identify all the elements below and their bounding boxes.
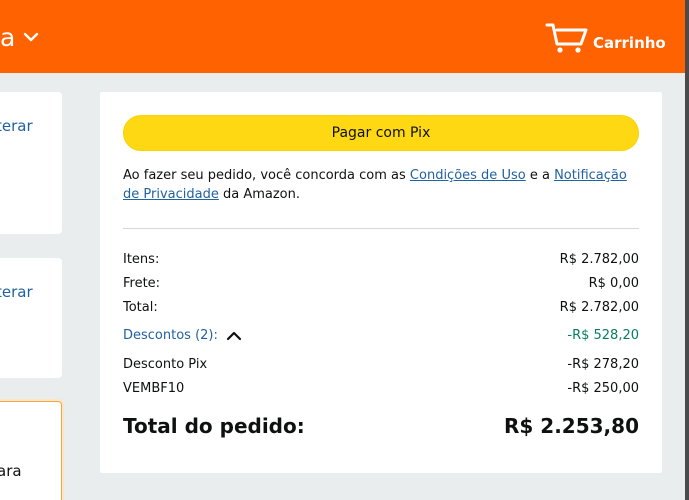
window-edge (685, 0, 689, 500)
location-selector[interactable]: a (0, 20, 39, 54)
terms-prefix: Ao fazer seu pedido, você concorda com a… (123, 168, 410, 183)
chevron-down-icon (24, 32, 39, 42)
delivery-option-card: ara (0, 401, 62, 500)
subtotal-value: R$ 2.782,00 (559, 300, 639, 315)
discount-coupon-value: -R$ 250,00 (567, 381, 639, 396)
location-text: a (0, 22, 16, 52)
pay-with-pix-button[interactable]: Pagar com Pix (123, 115, 639, 151)
shipping-row: Frete: R$ 0,00 (123, 276, 639, 291)
payment-method-card: terar (0, 258, 62, 378)
shipping-label: Frete: (123, 276, 161, 291)
items-row: Itens: R$ 2.782,00 (123, 252, 639, 267)
subtotal-label: Total: (123, 300, 158, 315)
discount-coupon-label: VEMBF10 (123, 381, 185, 396)
discounts-toggle[interactable]: Descontos (2): (123, 328, 242, 343)
discount-pix-row: Desconto Pix -R$ 278,20 (123, 357, 639, 372)
terms-notice: Ao fazer seu pedido, você concorda com a… (123, 166, 643, 204)
discounts-label: Descontos (2): (123, 328, 218, 343)
terms-suffix: da Amazon. (218, 187, 300, 202)
summary-divider (123, 228, 639, 229)
cart-label: Carrinho (593, 34, 666, 52)
order-summary-panel: Pagar com Pix Ao fazer seu pedido, você … (100, 92, 662, 473)
terms-middle: e a (525, 168, 555, 183)
discount-pix-label: Desconto Pix (123, 357, 208, 372)
cart-button[interactable]: Carrinho (545, 22, 666, 54)
change-address-link[interactable]: terar (0, 117, 33, 135)
order-total-value: R$ 2.253,80 (504, 414, 639, 438)
items-label: Itens: (123, 252, 160, 267)
terms-of-use-link[interactable]: Condições de Uso (410, 168, 526, 183)
order-total-label: Total do pedido: (123, 414, 305, 438)
change-payment-link[interactable]: terar (0, 283, 33, 301)
discounts-row: Descontos (2): -R$ 528,20 (123, 328, 639, 343)
items-value: R$ 2.782,00 (559, 252, 639, 267)
cart-icon (545, 23, 588, 53)
delivery-option-text: ara (0, 462, 22, 480)
discount-coupon-row: VEMBF10 -R$ 250,00 (123, 381, 639, 396)
order-total-row: Total do pedido: R$ 2.253,80 (123, 414, 639, 438)
shipping-address-card: terar (0, 92, 62, 234)
shipping-value: R$ 0,00 (588, 276, 639, 291)
chevron-up-icon (226, 331, 241, 340)
discounts-value: -R$ 528,20 (567, 328, 639, 343)
discount-pix-value: -R$ 278,20 (567, 357, 639, 372)
subtotal-row: Total: R$ 2.782,00 (123, 300, 639, 315)
